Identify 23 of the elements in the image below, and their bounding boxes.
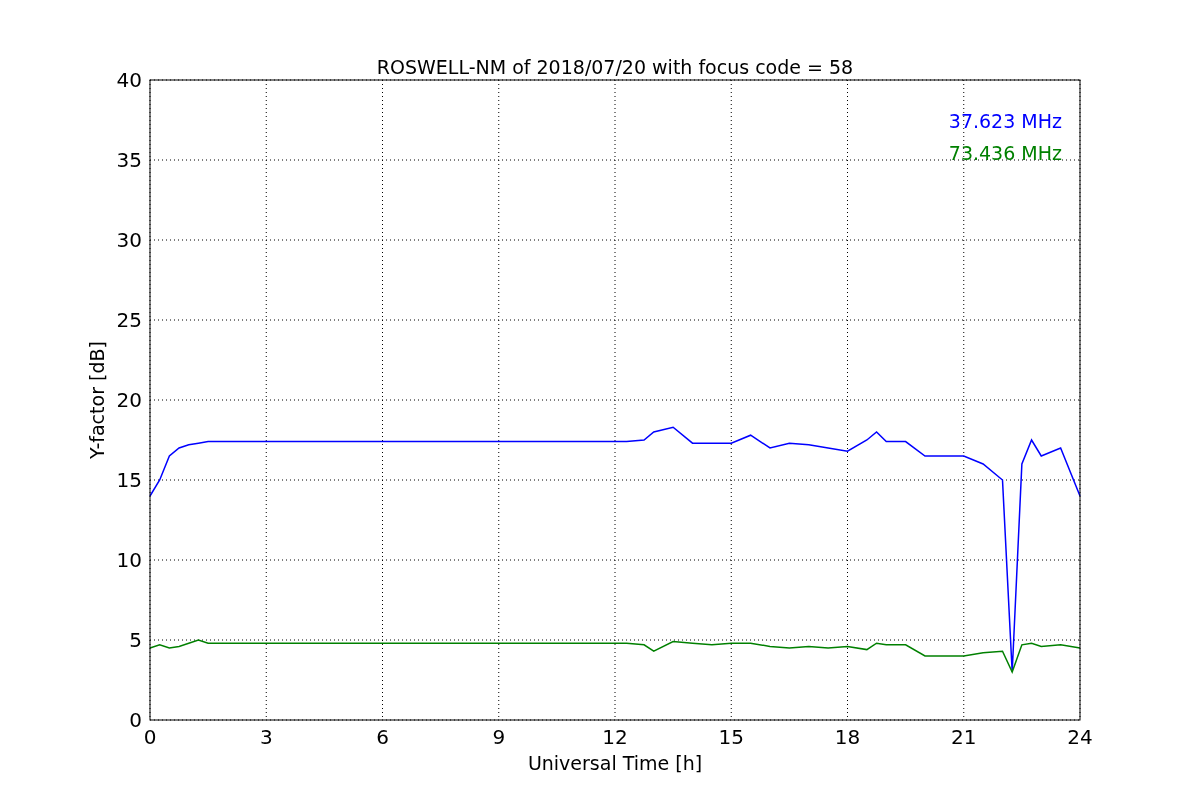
y-tick-label: 40 [116, 68, 142, 92]
y-tick-label: 15 [116, 468, 142, 492]
x-tick-label: 21 [951, 725, 977, 749]
y-axis-label: Y-factor [dB] [86, 341, 108, 459]
y-tick-label: 0 [129, 708, 142, 732]
x-tick-label: 15 [718, 725, 744, 749]
legend-label: 37.623 MHz [948, 110, 1062, 132]
x-tick-label: 12 [602, 725, 628, 749]
x-tick-label: 9 [492, 725, 506, 749]
x-tick-label: 3 [259, 725, 273, 749]
x-tick-label: 0 [143, 725, 157, 749]
chart-title: ROSWELL-NM of 2018/07/20 with focus code = 58 [376, 56, 854, 78]
y-tick-label: 5 [129, 628, 142, 652]
y-tick-label: 35 [116, 148, 142, 172]
y-tick-label: 25 [116, 308, 142, 332]
y-tick-label: 10 [116, 548, 142, 572]
y-tick-label: 20 [116, 388, 142, 412]
x-tick-label: 6 [376, 725, 389, 749]
legend-label: 73.436 MHz [948, 142, 1062, 164]
x-tick-label: 24 [1067, 725, 1093, 749]
y-tick-label: 30 [116, 228, 142, 252]
x-tick-label: 18 [834, 725, 861, 749]
x-axis-label: Universal Time [h] [527, 752, 703, 774]
